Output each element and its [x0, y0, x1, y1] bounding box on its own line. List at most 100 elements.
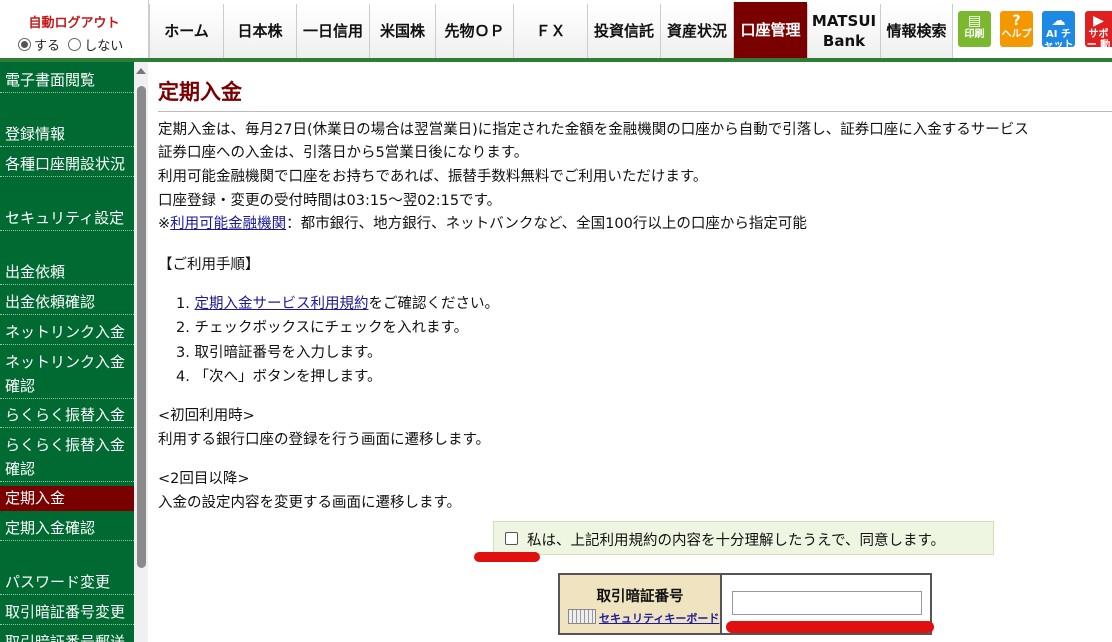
- main-content: 定期入金 定期入金は、毎月27日(休業日の場合は翌営業日)に指定された金額を金融…: [148, 62, 1112, 642]
- sidebar-item-easy-transfer-confirm[interactable]: らくらく振替入金確認: [0, 433, 134, 482]
- tab-fx[interactable]: ＦＸ: [513, 4, 587, 58]
- ai-chat-button[interactable]: ☁ AI チャット: [1042, 11, 1075, 47]
- sidebar-scroll-thumb[interactable]: [137, 86, 146, 568]
- tab-day-margin-label: 一日信用: [302, 22, 363, 40]
- support-video-icon: ▶: [1093, 13, 1104, 29]
- intro-line-4: 口座登録・変更の受付時間は03:15～翌02:15です。: [158, 193, 502, 209]
- step-2-text: チェックボックスにチェックを入れます。: [194, 320, 469, 336]
- print-button[interactable]: ▤ 印刷: [958, 11, 991, 47]
- tab-investment-trust-label: 投資信託: [593, 22, 654, 40]
- page-title: 定期入金: [158, 80, 242, 104]
- ai-chat-icon: ☁: [1051, 13, 1066, 29]
- sidebar: 電子書面閲覧 登録情報 各種口座開設状況 セキュリティ設定 出金依頼 出金依頼確…: [0, 62, 134, 642]
- tab-futures-options-label: 先物ＯＰ: [444, 22, 505, 40]
- agree-checkbox[interactable]: [505, 532, 518, 545]
- terms-link[interactable]: 定期入金サービス利用規約: [194, 296, 368, 312]
- tab-fx-label: ＦＸ: [535, 22, 566, 40]
- step-4-text: 「次へ」ボタンを押します。: [194, 369, 382, 385]
- step-1: 1. 定期入金サービス利用規約をご確認ください。: [176, 294, 499, 314]
- tab-home-label: ホーム: [164, 22, 209, 40]
- security-keyboard-link[interactable]: セキュリティキーボード: [568, 609, 719, 626]
- tab-account-management-label: 口座管理: [740, 21, 801, 39]
- ai-chat-label: AI チャット: [1043, 29, 1074, 47]
- auto-logout-off-radio[interactable]: [68, 38, 82, 51]
- tab-japan-stock-label: 日本株: [237, 22, 283, 40]
- help-button[interactable]: ? ヘルプ: [1000, 11, 1033, 47]
- auto-logout-options: する しない: [18, 35, 123, 54]
- sidebar-item-regular-deposit[interactable]: 定期入金: [0, 486, 134, 511]
- tab-home[interactable]: ホーム: [149, 4, 223, 58]
- print-label: 印刷: [964, 29, 985, 40]
- tab-matsui-bank[interactable]: MATSUI Bank: [807, 4, 880, 58]
- auto-logout-on-label[interactable]: する: [34, 39, 60, 54]
- intro-line-1: 定期入金は、毎月27日(休業日の場合は翌営業日)に指定された金額を金融機関の口座…: [158, 122, 1029, 138]
- auto-logout-off-label[interactable]: しない: [84, 39, 123, 54]
- sidebar-item-withdrawal-confirm[interactable]: 出金依頼確認: [0, 290, 134, 315]
- agreement-box: 私は、上記利用規約の内容を十分理解したうえで、同意します。: [493, 521, 994, 555]
- auto-logout-panel: 自動ログアウト する しない: [0, 0, 149, 58]
- step-1-text: をご確認ください。: [368, 296, 499, 312]
- security-keyboard-label[interactable]: セキュリティキーボード: [599, 612, 719, 625]
- step-3-number: 3.: [176, 345, 190, 361]
- tab-info-search-label: 情報検索: [886, 22, 947, 40]
- step-2-number: 2.: [176, 320, 190, 336]
- step-3-text: 取引暗証番号を入力します。: [194, 345, 382, 361]
- sidebar-item-easy-transfer[interactable]: らくらく振替入金: [0, 403, 134, 428]
- tab-day-margin[interactable]: 一日信用: [296, 4, 369, 58]
- sidebar-item-pin-mail[interactable]: 取引暗証番号郵送: [0, 630, 134, 642]
- tab-us-stock-label: 米国株: [379, 22, 425, 40]
- scroll-up-icon[interactable]: [136, 68, 146, 74]
- help-label: ヘルプ: [1001, 29, 1032, 40]
- intro-line-2: 証券口座への入金は、引落日から5営業日後になります。: [158, 145, 529, 161]
- second-use-text: 入金の設定内容を変更する画面に遷移します。: [158, 495, 462, 511]
- second-use-title: <2回目以降>: [158, 471, 250, 487]
- sidebar-item-password-change[interactable]: パスワード変更: [0, 570, 134, 595]
- sidebar-item-netlink-deposit[interactable]: ネットリンク入金: [0, 320, 134, 345]
- sidebar-item-registration[interactable]: 登録情報: [0, 122, 134, 147]
- sidebar-item-e-documents[interactable]: 電子書面閲覧: [0, 68, 134, 93]
- sidebar-item-regular-deposit-confirm[interactable]: 定期入金確認: [0, 516, 134, 541]
- print-icon: ▤: [967, 13, 982, 29]
- tab-asset-status[interactable]: 資産状況: [660, 4, 733, 58]
- tab-us-stock[interactable]: 米国株: [369, 4, 435, 58]
- tab-japan-stock[interactable]: 日本株: [223, 4, 296, 58]
- pin-input[interactable]: [732, 591, 922, 615]
- sidebar-item-account-opening-status[interactable]: 各種口座開設状況: [0, 152, 134, 177]
- agree-label[interactable]: 私は、上記利用規約の内容を十分理解したうえで、同意します。: [527, 529, 945, 550]
- sidebar-item-netlink-deposit-confirm[interactable]: ネットリンク入金確認: [0, 350, 134, 399]
- tab-account-management[interactable]: 口座管理: [733, 2, 807, 58]
- step-2: 2. チェックボックスにチェックを入れます。: [176, 318, 468, 338]
- sidebar-item-withdrawal-request[interactable]: 出金依頼: [0, 260, 134, 285]
- top-navigation: 自動ログアウト する しない ホーム 日本株 一日信用 米国株 先物ＯＰ ＦＸ …: [0, 0, 1112, 62]
- available-banks-link[interactable]: 利用可能金融機関: [170, 216, 286, 232]
- tab-info-search[interactable]: 情報検索: [880, 4, 953, 58]
- step-1-number: 1.: [176, 296, 190, 312]
- keyboard-icon: [568, 609, 596, 624]
- first-use-title: <初回利用時>: [158, 408, 255, 424]
- first-use-text: 利用する銀行口座の登録を行う画面に遷移します。: [158, 432, 491, 448]
- pin-label: 取引暗証番号: [596, 589, 684, 605]
- note-text: ：都市銀行、地方銀行、ネットバンクなど、全国100行以上の口座から指定可能: [286, 216, 807, 232]
- red-annotation-checkbox: [474, 552, 540, 562]
- tab-investment-trust[interactable]: 投資信託: [587, 4, 660, 58]
- sidebar-item-security-settings[interactable]: セキュリティ設定: [0, 206, 134, 231]
- procedure-title: 【ご利用手順】: [158, 257, 260, 273]
- auto-logout-title: 自動ログアウト: [28, 16, 120, 31]
- note-line: ※利用可能金融機関：都市銀行、地方銀行、ネットバンクなど、全国100行以上の口座…: [158, 214, 807, 234]
- intro-line-3: 利用可能金融機関で口座をお持ちであれば、振替手数料無料でご利用いただけます。: [158, 169, 708, 185]
- pin-header-cell: 取引暗証番号 セキュリティキーボード: [560, 575, 722, 633]
- tab-asset-status-label: 資産状況: [666, 22, 727, 40]
- tab-matsui-bank-label: MATSUI Bank: [811, 12, 877, 50]
- help-icon: ?: [1012, 13, 1021, 29]
- tab-futures-options[interactable]: 先物ＯＰ: [435, 4, 513, 58]
- note-prefix: ※: [158, 216, 171, 232]
- red-annotation-pin: [726, 621, 934, 633]
- step-3: 3. 取引暗証番号を入力します。: [176, 343, 382, 363]
- auto-logout-on-radio[interactable]: [18, 38, 31, 51]
- step-4: 4. 「次へ」ボタンを押します。: [176, 367, 382, 387]
- sidebar-item-pin-change[interactable]: 取引暗証番号変更: [0, 600, 134, 625]
- title-divider: [158, 111, 1112, 112]
- support-video-label: サポー 動画: [1086, 29, 1111, 47]
- support-video-button[interactable]: ▶サポー 動画: [1085, 11, 1112, 47]
- step-4-number: 4.: [176, 369, 190, 385]
